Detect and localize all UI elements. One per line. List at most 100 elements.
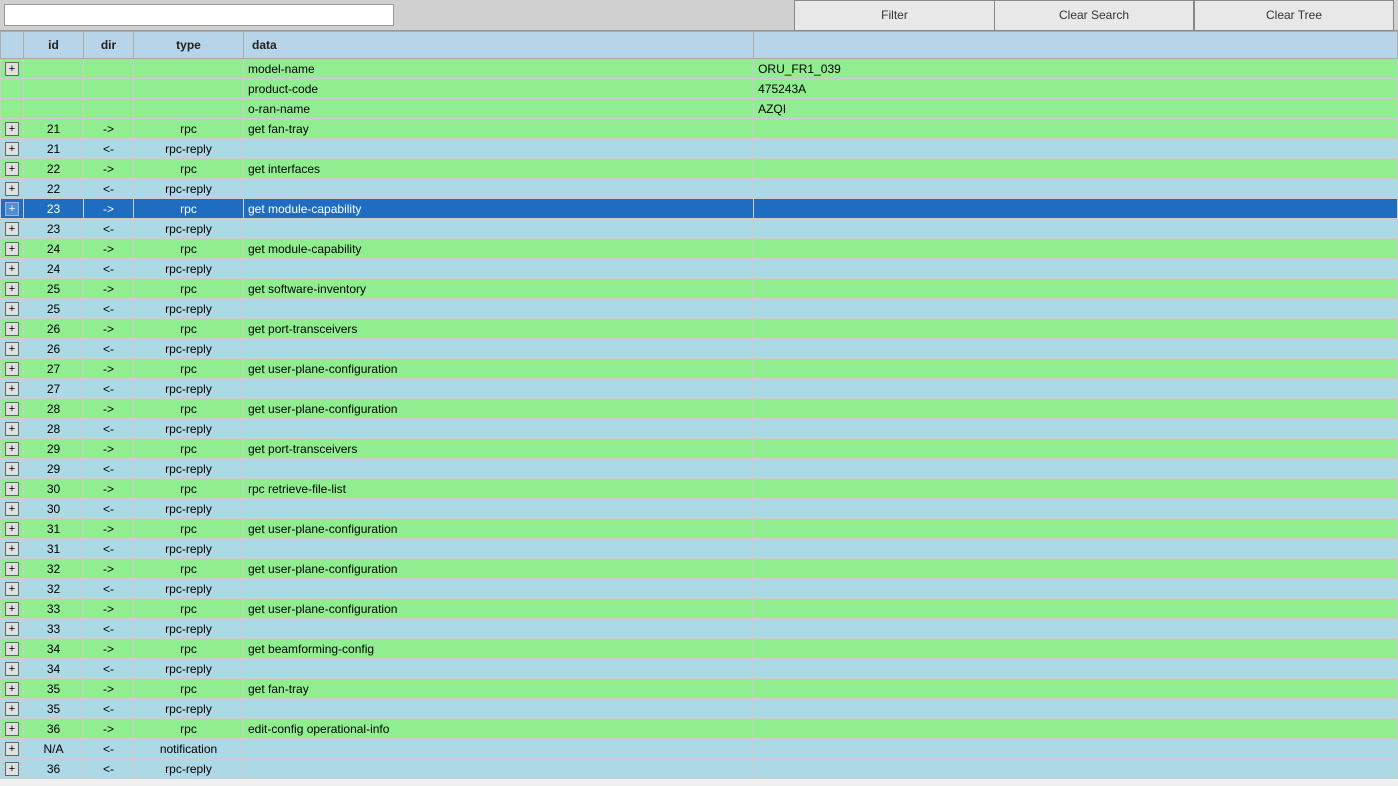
expand-button[interactable]: +	[5, 282, 19, 296]
expand-button[interactable]: +	[5, 622, 19, 636]
table-row[interactable]: +36->rpcedit-config operational-info	[1, 719, 1398, 739]
data-cell: get port-transceivers	[244, 439, 754, 459]
value-cell	[754, 179, 1398, 199]
table-row[interactable]: +26->rpcget port-transceivers	[1, 319, 1398, 339]
data-cell: get user-plane-configuration	[244, 399, 754, 419]
type-cell: rpc-reply	[134, 579, 244, 599]
clear-tree-button[interactable]: Clear Tree	[1194, 0, 1394, 31]
value-cell	[754, 519, 1398, 539]
expand-button[interactable]: +	[5, 462, 19, 476]
expand-button[interactable]: +	[5, 482, 19, 496]
expand-button[interactable]: +	[5, 262, 19, 276]
table-row[interactable]: +27<-rpc-reply	[1, 379, 1398, 399]
data-cell	[244, 759, 754, 779]
table-row[interactable]: +24->rpcget module-capability	[1, 239, 1398, 259]
expand-button[interactable]: +	[5, 362, 19, 376]
table-row[interactable]: +25<-rpc-reply	[1, 299, 1398, 319]
expand-button[interactable]: +	[5, 542, 19, 556]
table-row[interactable]: +31<-rpc-reply	[1, 539, 1398, 559]
table-row[interactable]: +22->rpcget interfaces	[1, 159, 1398, 179]
table-row[interactable]: o-ran-nameAZQI	[1, 99, 1398, 119]
table-row[interactable]: +31->rpcget user-plane-configuration	[1, 519, 1398, 539]
expand-button[interactable]: +	[5, 502, 19, 516]
table-row[interactable]: +32->rpcget user-plane-configuration	[1, 559, 1398, 579]
table-row[interactable]: +23<-rpc-reply	[1, 219, 1398, 239]
search-input[interactable]	[4, 4, 394, 26]
table-row[interactable]: +21->rpcget fan-tray	[1, 119, 1398, 139]
clear-search-button[interactable]: Clear Search	[994, 0, 1194, 31]
type-cell: rpc-reply	[134, 619, 244, 639]
value-cell	[754, 159, 1398, 179]
expand-button[interactable]: +	[5, 642, 19, 656]
type-cell	[134, 99, 244, 119]
table-row[interactable]: +26<-rpc-reply	[1, 339, 1398, 359]
table-row[interactable]: +33<-rpc-reply	[1, 619, 1398, 639]
value-cell	[754, 339, 1398, 359]
table-row[interactable]: +27->rpcget user-plane-configuration	[1, 359, 1398, 379]
expand-button[interactable]: +	[5, 662, 19, 676]
expand-button[interactable]: +	[5, 142, 19, 156]
table-row[interactable]: +22<-rpc-reply	[1, 179, 1398, 199]
id-cell: 29	[24, 439, 84, 459]
table-row[interactable]: +21<-rpc-reply	[1, 139, 1398, 159]
table-row[interactable]: +model-nameORU_FR1_039	[1, 59, 1398, 79]
table-row[interactable]: +35<-rpc-reply	[1, 699, 1398, 719]
value-cell	[754, 119, 1398, 139]
expand-button[interactable]: +	[5, 162, 19, 176]
table-row[interactable]: +29<-rpc-reply	[1, 459, 1398, 479]
filter-button[interactable]: Filter	[794, 0, 994, 31]
expand-button[interactable]: +	[5, 202, 19, 216]
expand-button[interactable]: +	[5, 722, 19, 736]
expand-button[interactable]: +	[5, 442, 19, 456]
dir-cell: ->	[84, 679, 134, 699]
expand-button[interactable]: +	[5, 402, 19, 416]
table-row[interactable]: +N/A<-notification	[1, 739, 1398, 759]
expand-button[interactable]: +	[5, 342, 19, 356]
expand-button[interactable]: +	[5, 422, 19, 436]
id-cell: 26	[24, 339, 84, 359]
table-row[interactable]: +30<-rpc-reply	[1, 499, 1398, 519]
expand-button[interactable]: +	[5, 582, 19, 596]
type-cell: rpc-reply	[134, 659, 244, 679]
expand-button[interactable]: +	[5, 682, 19, 696]
type-cell: rpc-reply	[134, 379, 244, 399]
data-cell	[244, 579, 754, 599]
table-row[interactable]: +24<-rpc-reply	[1, 259, 1398, 279]
expand-button[interactable]: +	[5, 702, 19, 716]
expand-button[interactable]: +	[5, 62, 19, 76]
expand-button[interactable]: +	[5, 562, 19, 576]
data-cell	[244, 499, 754, 519]
table-row[interactable]: +35->rpcget fan-tray	[1, 679, 1398, 699]
expand-button[interactable]: +	[5, 242, 19, 256]
table-row[interactable]: +23->rpcget module-capability	[1, 199, 1398, 219]
expand-button[interactable]: +	[5, 742, 19, 756]
table-row[interactable]: +34->rpcget beamforming-config	[1, 639, 1398, 659]
expand-button[interactable]: +	[5, 322, 19, 336]
expand-button[interactable]: +	[5, 222, 19, 236]
type-cell: rpc-reply	[134, 299, 244, 319]
id-cell: 21	[24, 139, 84, 159]
expand-button[interactable]: +	[5, 602, 19, 616]
table-row[interactable]: +34<-rpc-reply	[1, 659, 1398, 679]
data-cell	[244, 259, 754, 279]
table-row[interactable]: +29->rpcget port-transceivers	[1, 439, 1398, 459]
table-row[interactable]: +28<-rpc-reply	[1, 419, 1398, 439]
expand-button[interactable]: +	[5, 122, 19, 136]
value-cell: ORU_FR1_039	[754, 59, 1398, 79]
dir-cell: <-	[84, 299, 134, 319]
table-row[interactable]: +36<-rpc-reply	[1, 759, 1398, 779]
main-table: id dir type data +model-nameORU_FR1_039p…	[0, 31, 1398, 779]
table-row[interactable]: +25->rpcget software-inventory	[1, 279, 1398, 299]
expand-button[interactable]: +	[5, 302, 19, 316]
table-row[interactable]: +28->rpcget user-plane-configuration	[1, 399, 1398, 419]
table-row[interactable]: product-code475243A	[1, 79, 1398, 99]
expand-button[interactable]: +	[5, 762, 19, 776]
expand-cell: +	[1, 579, 24, 599]
expand-button[interactable]: +	[5, 182, 19, 196]
table-row[interactable]: +33->rpcget user-plane-configuration	[1, 599, 1398, 619]
expand-button[interactable]: +	[5, 382, 19, 396]
data-cell	[244, 419, 754, 439]
table-row[interactable]: +30->rpcrpc retrieve-file-list	[1, 479, 1398, 499]
expand-button[interactable]: +	[5, 522, 19, 536]
table-row[interactable]: +32<-rpc-reply	[1, 579, 1398, 599]
